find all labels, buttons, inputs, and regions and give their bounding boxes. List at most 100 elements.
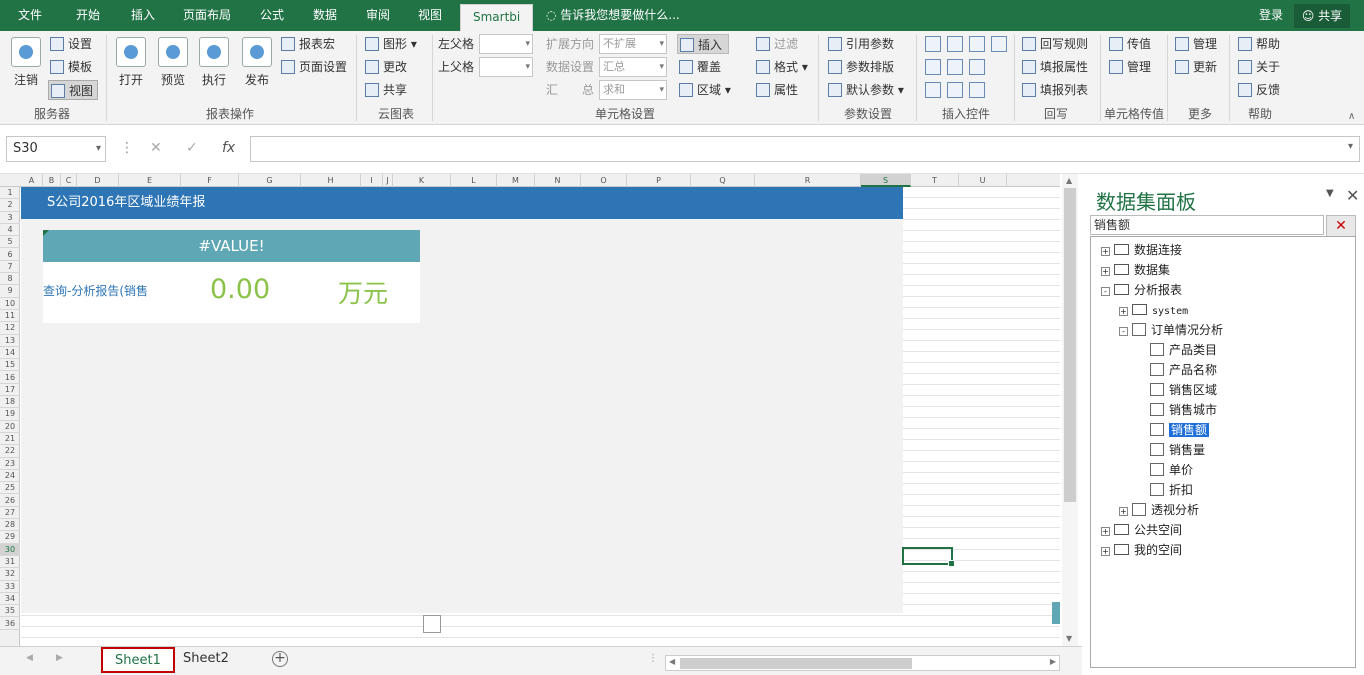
row-header-20[interactable]: 20 — [0, 421, 20, 433]
panel-close-icon[interactable]: ✕ — [1346, 186, 1359, 205]
row-header-18[interactable]: 18 — [0, 396, 20, 409]
column-header-P[interactable]: P — [627, 174, 691, 187]
expand-icon[interactable]: + — [1119, 307, 1128, 316]
settings-button[interactable]: 设置 — [50, 34, 92, 54]
tree-node[interactable]: 销售量 — [1137, 441, 1205, 459]
tree-node[interactable]: + 数据连接 — [1101, 241, 1182, 259]
manage-button[interactable]: 管理 — [1175, 34, 1217, 54]
row-header-11[interactable]: 11 — [0, 310, 20, 323]
row-header-25[interactable]: 25 — [0, 482, 20, 495]
column-header-T[interactable]: T — [911, 174, 959, 187]
row-header-30[interactable]: 30 — [0, 543, 20, 556]
horizontal-scrollbar[interactable]: ◀ ▶ — [665, 655, 1060, 671]
scroll-left-icon[interactable]: ◀ — [669, 657, 675, 666]
tree-node[interactable]: 销售城市 — [1137, 401, 1217, 419]
region-button[interactable]: 区域 ▾ — [679, 80, 731, 100]
row-header-8[interactable]: 8 — [0, 273, 20, 286]
column-header-G[interactable]: G — [239, 174, 301, 187]
report-banner[interactable]: S公司2016年区域业绩年报 — [21, 187, 903, 219]
combo-control-icon[interactable] — [947, 36, 963, 52]
checkbox-control-icon[interactable] — [925, 82, 941, 98]
column-header-O[interactable]: O — [581, 174, 627, 187]
row-header-15[interactable]: 15 — [0, 359, 20, 372]
tree-node[interactable]: + 透视分析 — [1119, 501, 1199, 519]
format-button[interactable]: 格式 ▾ — [756, 57, 808, 77]
row-header-33[interactable]: 33 — [0, 581, 20, 593]
tab-page-layout[interactable]: 页面布局 — [183, 0, 231, 31]
row-header-3[interactable]: 3 — [0, 212, 20, 224]
chart-button[interactable]: 图形 ▾ — [365, 34, 417, 54]
column-header-L[interactable]: L — [451, 174, 497, 187]
expand-icon[interactable]: + — [1101, 547, 1110, 556]
insert-function-icon[interactable]: fx — [222, 140, 235, 156]
view-button[interactable]: 视图 — [48, 80, 99, 100]
row-header-4[interactable]: 4 — [0, 224, 20, 237]
template-button[interactable]: 模板 — [50, 57, 92, 77]
change-chart-button[interactable]: 更改 — [365, 57, 407, 77]
logout-button[interactable]: 注销 — [10, 37, 42, 88]
aggregate-select[interactable]: 求和 — [599, 80, 667, 100]
writeback-rules-button[interactable]: 回写规则 — [1022, 34, 1088, 54]
row-header-26[interactable]: 26 — [0, 495, 20, 507]
row-header-13[interactable]: 13 — [0, 335, 20, 347]
paste-options-icon[interactable] — [423, 615, 441, 633]
date-control-icon[interactable] — [969, 59, 985, 75]
tree-control-icon[interactable] — [991, 36, 1007, 52]
left-parent-select[interactable] — [479, 34, 533, 54]
sheet-tab-1[interactable]: Sheet1 — [101, 647, 175, 673]
default-param-button[interactable]: 默认参数 ▾ — [828, 80, 904, 100]
expand-icon[interactable]: + — [1119, 507, 1128, 516]
row-header-32[interactable]: 32 — [0, 568, 20, 581]
row-header-19[interactable]: 19 — [0, 408, 20, 421]
row-header-5[interactable]: 5 — [0, 236, 20, 249]
vertical-scrollbar[interactable]: ▲ ▼ — [1062, 174, 1078, 646]
collapse-ribbon-icon[interactable]: ∧ — [1348, 111, 1355, 122]
row-header-10[interactable]: 10 — [0, 298, 20, 310]
row-header-6[interactable]: 6 — [0, 249, 20, 261]
label-control-icon[interactable] — [969, 82, 985, 98]
tree-node[interactable]: 单价 — [1137, 461, 1193, 479]
row-header-35[interactable]: 35 — [0, 605, 20, 618]
edit-control-icon[interactable] — [947, 82, 963, 98]
sheet-tab-2[interactable]: Sheet2 — [171, 647, 241, 673]
fill-list-button[interactable]: 填报列表 — [1022, 80, 1088, 100]
dropdown-control-icon[interactable] — [925, 36, 941, 52]
tree-node[interactable]: - 订单情况分析 — [1119, 321, 1223, 339]
panel-menu-icon[interactable]: ▼ — [1326, 188, 1334, 199]
tab-file[interactable]: 文件 — [18, 0, 42, 31]
vertical-scroll-thumb[interactable] — [1064, 188, 1076, 502]
update-button[interactable]: 更新 — [1175, 57, 1217, 77]
column-header-B[interactable]: B — [43, 174, 61, 187]
execute-button[interactable]: 执行 — [199, 37, 229, 88]
share-chart-button[interactable]: 共享 — [365, 80, 407, 100]
cancel-icon[interactable]: ✕ — [150, 140, 162, 156]
share-button[interactable]: ☺ 共享 — [1294, 4, 1350, 28]
formula-input[interactable] — [250, 136, 1360, 162]
tell-me-search[interactable]: ◌ 告诉我您想要做什么... — [546, 0, 680, 31]
row-header-36[interactable]: 36 — [0, 618, 20, 630]
row-header-9[interactable]: 9 — [0, 285, 20, 298]
button-control-icon[interactable] — [947, 59, 963, 75]
column-header-A[interactable]: A — [21, 174, 43, 187]
row-header-16[interactable]: 16 — [0, 372, 20, 384]
next-sheet-icon[interactable]: ▶ — [56, 653, 63, 663]
column-header-D[interactable]: D — [77, 174, 119, 187]
add-sheet-icon[interactable]: + — [272, 651, 288, 667]
tree-node[interactable]: + system — [1119, 301, 1188, 319]
row-header-23[interactable]: 23 — [0, 458, 20, 470]
feedback-button[interactable]: 反馈 — [1238, 80, 1280, 100]
row-header-17[interactable]: 17 — [0, 384, 20, 397]
tab-data[interactable]: 数据 — [313, 0, 337, 31]
column-header-N[interactable]: N — [535, 174, 581, 187]
expand-icon[interactable]: + — [1101, 247, 1110, 256]
column-header-S[interactable]: S — [861, 174, 911, 187]
kpi-card[interactable]: #VALUE! 查询-分析报告(销售 0.00 万元 — [43, 230, 420, 323]
tree-node[interactable]: 折扣 — [1137, 481, 1193, 499]
column-header-H[interactable]: H — [301, 174, 361, 187]
property-button[interactable]: 属性 — [756, 80, 798, 100]
tree-node[interactable]: + 数据集 — [1101, 261, 1170, 279]
param-layout-button[interactable]: 参数排版 — [828, 57, 894, 77]
row-header-27[interactable]: 27 — [0, 507, 20, 520]
row-header-29[interactable]: 29 — [0, 531, 20, 544]
ref-param-button[interactable]: 引用参数 — [828, 34, 894, 54]
